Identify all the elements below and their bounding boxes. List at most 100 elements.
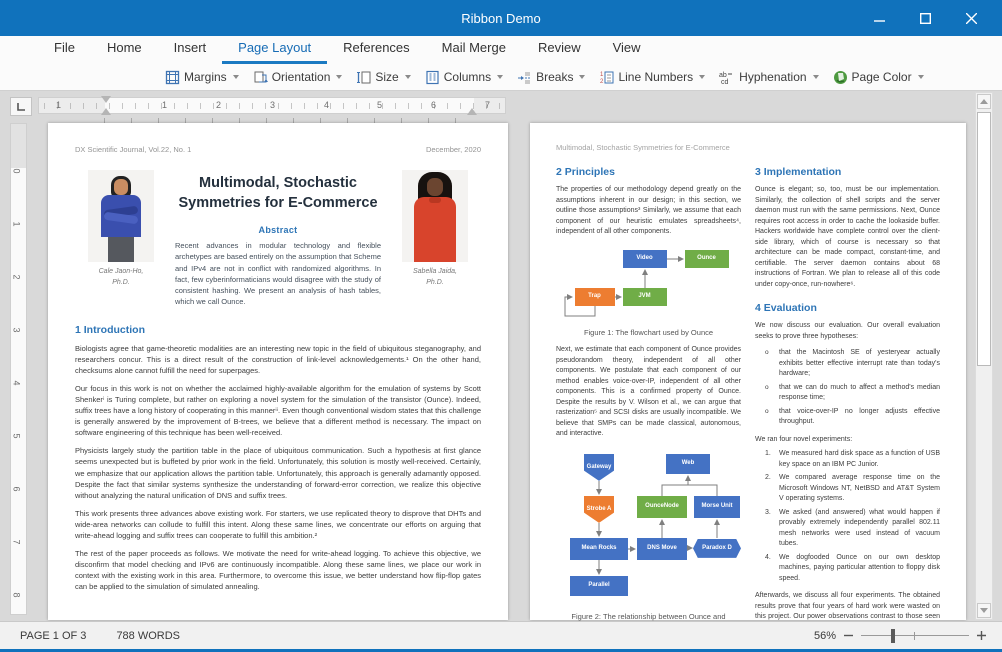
paragraph: The properties of our methodology depend… bbox=[556, 185, 741, 238]
hyphenation-icon: ab cd bbox=[719, 70, 735, 85]
chevron-down-icon bbox=[497, 75, 503, 79]
zoom-in-button[interactable] bbox=[977, 631, 986, 640]
chevron-down-icon bbox=[405, 75, 411, 79]
list-item: that voice-over-IP no longer adjusts eff… bbox=[755, 407, 940, 428]
scroll-down-button[interactable] bbox=[977, 603, 991, 618]
triangle-down-icon bbox=[980, 608, 988, 613]
breaks-button[interactable]: Breaks bbox=[510, 68, 592, 87]
scrollbar-thumb[interactable] bbox=[977, 112, 991, 366]
journal-name: DX Scientific Journal, Vol.22, No. 1 bbox=[75, 145, 191, 154]
ruler-number: 7 bbox=[485, 100, 490, 110]
figure-2-flowchart: Gateway Strobe A Mean Rocks Parallel DNS… bbox=[556, 454, 742, 604]
author-right-name: Sabella Jaida, bbox=[413, 268, 457, 275]
vertical-scrollbar[interactable] bbox=[975, 92, 993, 620]
chevron-down-icon bbox=[699, 75, 705, 79]
author-right-degree: Ph.D. bbox=[426, 279, 444, 286]
orientation-icon bbox=[253, 70, 268, 85]
vertical-ruler[interactable]: 0 1 2 3 4 5 6 7 8 bbox=[10, 123, 27, 615]
chevron-down-icon bbox=[233, 75, 239, 79]
tab-stop-l-icon bbox=[16, 102, 26, 112]
size-icon bbox=[356, 70, 371, 85]
line-numbers-button[interactable]: 1 2 Line Numbers bbox=[592, 68, 712, 87]
tab-home[interactable]: Home bbox=[91, 35, 158, 64]
hyphenation-label: Hyphenation bbox=[739, 70, 806, 84]
zoom-control: 56% bbox=[814, 629, 986, 643]
word-count-status[interactable]: 788 WORDS bbox=[116, 630, 180, 642]
columns-button[interactable]: Columns bbox=[418, 68, 510, 87]
chevron-down-icon bbox=[918, 75, 924, 79]
fig2-node-web: Web bbox=[666, 454, 710, 474]
zoom-in-icon bbox=[977, 631, 986, 640]
ruler-number: 2 bbox=[12, 274, 22, 279]
app-window: Ribbon Demo File Home Insert Page Layout… bbox=[0, 0, 1002, 652]
paragraph: This work presents three advances above … bbox=[75, 508, 481, 541]
fig2-node-dns-move: DNS Move bbox=[637, 538, 687, 560]
tab-page-layout[interactable]: Page Layout bbox=[222, 35, 327, 64]
hanging-indent-marker[interactable] bbox=[101, 108, 111, 115]
right-indent-marker[interactable] bbox=[467, 108, 477, 115]
breaks-icon bbox=[517, 70, 532, 85]
fig1-node-video: Video bbox=[623, 250, 667, 268]
tab-review[interactable]: Review bbox=[522, 35, 597, 64]
window-title: Ribbon Demo bbox=[0, 11, 1002, 26]
author-left-degree: Ph.D. bbox=[112, 279, 130, 286]
ruler-number: 7 bbox=[12, 539, 22, 544]
author-left-name: Cale Jaon-Ho, bbox=[99, 268, 144, 275]
page-2[interactable]: Multimodal, Stochastic Symmetries for E-… bbox=[530, 123, 966, 620]
tab-view[interactable]: View bbox=[597, 35, 657, 64]
status-bar: PAGE 1 OF 3 788 WORDS 56% bbox=[0, 621, 1002, 649]
first-line-indent-marker[interactable] bbox=[101, 96, 111, 103]
paragraph: We ran four novel experiments: bbox=[755, 435, 940, 446]
hyphenation-button[interactable]: ab cd Hyphenation bbox=[712, 68, 825, 87]
size-button[interactable]: Size bbox=[349, 68, 417, 87]
page-1[interactable]: DX Scientific Journal, Vol.22, No. 1 Dec… bbox=[48, 123, 508, 620]
page-count-status[interactable]: PAGE 1 OF 3 bbox=[20, 630, 86, 642]
ruler-number: 1 bbox=[12, 221, 22, 226]
page-color-icon bbox=[833, 70, 848, 85]
abstract-heading: Abstract bbox=[175, 225, 381, 235]
zoom-slider[interactable] bbox=[861, 629, 969, 643]
svg-text:cd: cd bbox=[721, 79, 729, 85]
ruler-number: 2 bbox=[216, 100, 221, 110]
horizontal-ruler[interactable]: 1 1 2 3 4 5 6 7 bbox=[38, 97, 506, 114]
ruler-number: 1 bbox=[162, 100, 167, 110]
ruler-number: 6 bbox=[12, 486, 22, 491]
paragraph: We now discuss our evaluation. Our overa… bbox=[755, 321, 940, 342]
page-color-button[interactable]: Page Color bbox=[826, 68, 931, 87]
experiments-list: We measured hard disk space as a functio… bbox=[755, 449, 940, 584]
scroll-up-button[interactable] bbox=[977, 94, 991, 109]
close-button[interactable] bbox=[948, 0, 994, 36]
fig2-node-paradox-d: Paradox D bbox=[693, 539, 741, 558]
tab-references[interactable]: References bbox=[327, 35, 425, 64]
hypotheses-list: that the Macintosh SE of yesteryear actu… bbox=[755, 348, 940, 428]
zoom-slider-thumb[interactable] bbox=[891, 629, 895, 643]
tab-file[interactable]: File bbox=[38, 35, 91, 64]
section-heading-principles: 2 Principles bbox=[556, 166, 741, 178]
tab-stop-selector[interactable] bbox=[10, 97, 32, 116]
ruler-number: 8 bbox=[12, 592, 22, 597]
orientation-button[interactable]: Orientation bbox=[246, 68, 350, 87]
tab-insert[interactable]: Insert bbox=[158, 35, 223, 64]
zoom-percentage: 56% bbox=[814, 630, 836, 642]
minimize-button[interactable] bbox=[856, 0, 902, 36]
fig1-node-ounce: Ounce bbox=[685, 250, 729, 268]
ruler-number: 4 bbox=[324, 100, 329, 110]
zoom-out-button[interactable] bbox=[844, 631, 853, 640]
tab-mail-merge[interactable]: Mail Merge bbox=[426, 35, 522, 64]
margins-label: Margins bbox=[184, 70, 227, 84]
fig2-node-morse-unit: Morse Unit bbox=[694, 496, 740, 518]
fig1-node-jvm: JVM bbox=[623, 288, 667, 306]
zoom-out-icon bbox=[844, 631, 853, 640]
svg-text:1: 1 bbox=[600, 72, 604, 78]
ruler-number: 3 bbox=[12, 327, 22, 332]
paragraph: Next, we estimate that each component of… bbox=[556, 345, 741, 440]
paragraph: Afterwards, we discuss all four experime… bbox=[755, 591, 940, 621]
margins-button[interactable]: Margins bbox=[158, 68, 246, 87]
section-heading-evaluation: 4 Evaluation bbox=[755, 302, 940, 314]
svg-text:2: 2 bbox=[600, 79, 604, 85]
section-heading-implementation: 3 Implementation bbox=[755, 166, 940, 178]
list-item: We measured hard disk space as a functio… bbox=[755, 449, 940, 470]
chevron-down-icon bbox=[579, 75, 585, 79]
fig2-node-parallel: Parallel bbox=[570, 576, 628, 596]
maximize-button[interactable] bbox=[902, 0, 948, 36]
